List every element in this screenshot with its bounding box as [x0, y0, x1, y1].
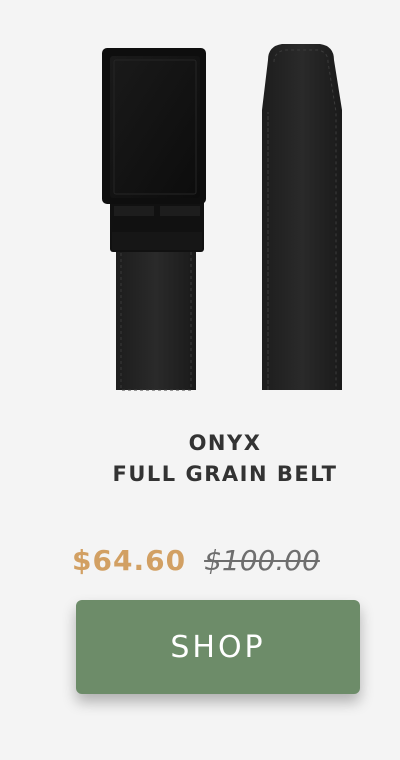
- original-price: $100.00: [204, 543, 320, 577]
- product-title: ONYX FULL GRAIN BELT: [0, 428, 400, 490]
- product-image-belt[interactable]: [0, 0, 400, 400]
- shop-button[interactable]: SHOP: [76, 600, 360, 694]
- sale-price: $64.60: [72, 543, 187, 577]
- price-row: $64.60 $100.00: [72, 540, 320, 580]
- product-title-line2: FULL GRAIN BELT: [112, 462, 338, 486]
- product-title-line1: ONYX: [188, 431, 262, 455]
